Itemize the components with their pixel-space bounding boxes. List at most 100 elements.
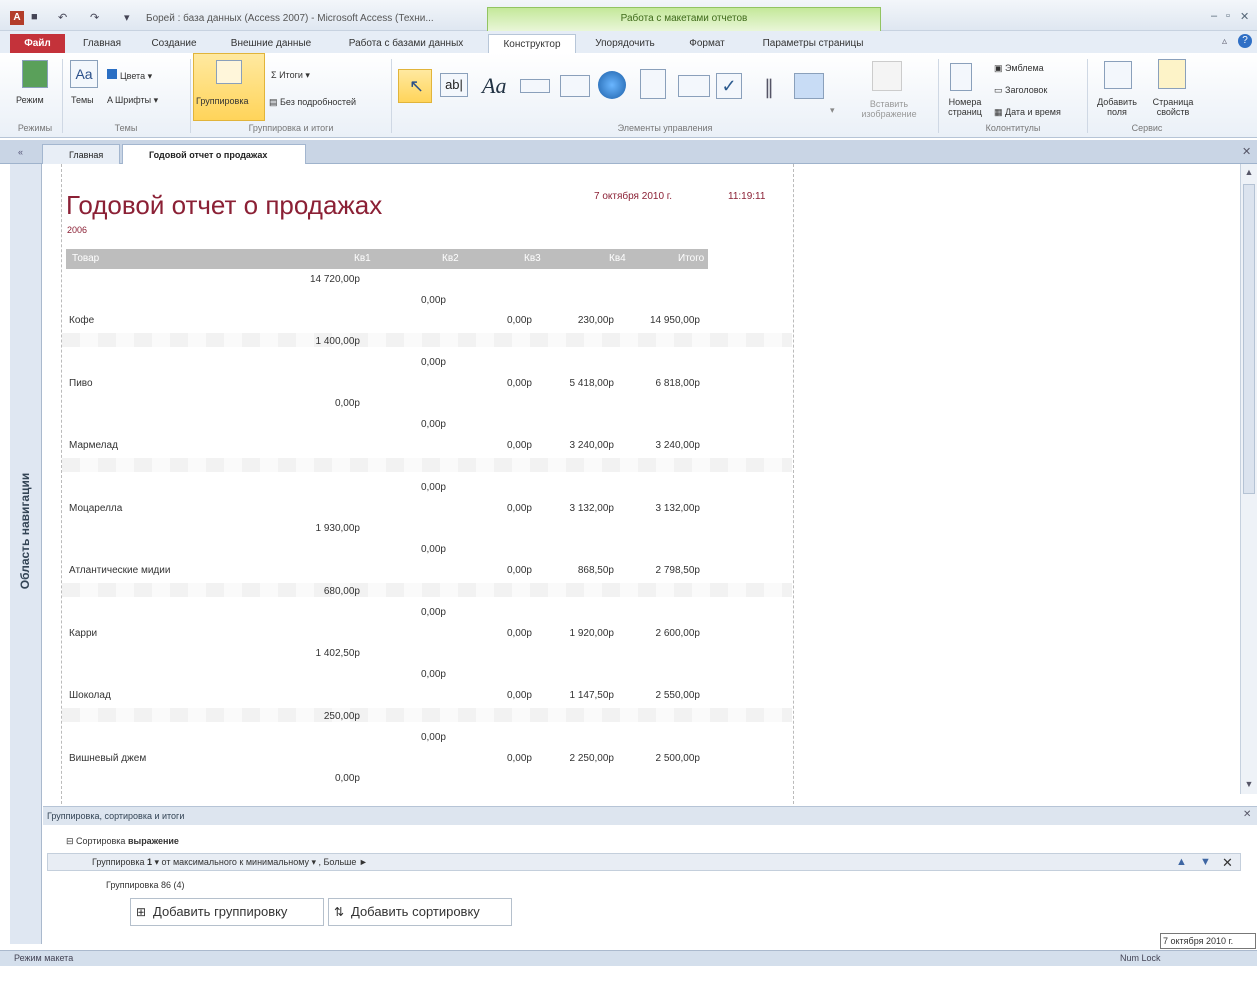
tab-home[interactable]: Главная <box>70 34 134 53</box>
add-fields-icon[interactable] <box>1104 61 1132 89</box>
close-icon[interactable]: ✕ <box>1240 10 1249 23</box>
column-header[interactable]: Кв1 <box>354 253 371 264</box>
tab-control-icon[interactable] <box>560 75 590 97</box>
q3-value[interactable]: 0,00р <box>486 315 532 326</box>
report-value[interactable]: 680,00р <box>290 586 360 597</box>
sort-row[interactable]: ⊟ Сортировка выражение <box>66 836 179 847</box>
report-value[interactable]: 0,00р <box>400 732 446 743</box>
property-sheet-button[interactable]: Страница свойств <box>1146 97 1200 117</box>
doctab-home[interactable]: Главная <box>42 144 120 164</box>
fonts-button[interactable]: A Шрифты ▾ <box>107 95 158 106</box>
add-sort-button[interactable]: ⇅ Добавить сортировку <box>328 898 512 926</box>
product-name[interactable]: Шоколад <box>69 690 111 701</box>
label-icon[interactable]: Aa <box>482 73 506 99</box>
product-name[interactable]: Пиво <box>69 378 93 389</box>
totals-button[interactable]: Σ Итоги ▾ <box>271 70 310 81</box>
ribbon-collapse-icon[interactable]: ▵ <box>1222 36 1227 47</box>
textbox-icon[interactable]: ab| <box>440 73 468 97</box>
total-value[interactable]: 14 950,00р <box>628 315 700 326</box>
report-value[interactable]: 250,00р <box>290 711 360 722</box>
access-icon[interactable]: A <box>10 11 24 25</box>
report-value[interactable]: 0,00р <box>400 544 446 555</box>
logo-button[interactable]: ▣ Эмблема <box>994 63 1044 74</box>
move-up-icon[interactable]: ▲ <box>1176 856 1187 868</box>
report-title[interactable]: Годовой отчет о продажах <box>66 190 382 221</box>
navigation-control-icon[interactable] <box>640 69 666 99</box>
total-value[interactable]: 2 798,50р <box>628 565 701 576</box>
report-value[interactable]: 0,00р <box>400 357 446 368</box>
restore-icon[interactable]: ▫ <box>1226 10 1230 22</box>
delete-group-icon[interactable]: ✕ <box>1222 855 1233 871</box>
report-value[interactable]: 1 930,00р <box>290 523 361 534</box>
q4-value[interactable]: 3 240,00р <box>550 440 615 451</box>
themes-icon[interactable]: Aa <box>70 60 98 88</box>
combo-box-icon[interactable] <box>678 75 710 97</box>
report-value[interactable]: 0,00р <box>400 419 446 430</box>
q4-value[interactable]: 2 250,00р <box>550 753 615 764</box>
q4-value[interactable]: 1 920,00р <box>550 628 615 639</box>
product-name[interactable]: Атлантические мидии <box>69 565 170 576</box>
customize-quick-access-icon[interactable]: ▾ <box>124 11 130 24</box>
insert-image-button[interactable]: Вставить изображение <box>844 99 934 119</box>
product-name[interactable]: Карри <box>69 628 97 639</box>
report-value[interactable]: 0,00р <box>400 607 446 618</box>
total-value[interactable]: 3 132,00р <box>628 503 701 514</box>
tab-create[interactable]: Создание <box>140 34 208 53</box>
controls-more-icon[interactable]: ▾ <box>830 105 835 116</box>
checkbox-icon[interactable]: ✓ <box>716 73 742 99</box>
help-icon[interactable]: ? <box>1238 34 1252 48</box>
close-pane-icon[interactable]: ✕ <box>1243 809 1251 820</box>
scroll-up-icon[interactable]: ▲ <box>1241 164 1257 180</box>
q4-value[interactable]: 230,00р <box>550 315 614 326</box>
report-value[interactable]: 0,00р <box>400 669 446 680</box>
product-name[interactable]: Моцарелла <box>69 503 122 514</box>
tab-external-data[interactable]: Внешние данные <box>216 34 326 53</box>
report-year[interactable]: 2006 <box>67 225 87 235</box>
total-value[interactable]: 6 818,00р <box>628 378 701 389</box>
q3-value[interactable]: 0,00р <box>486 378 532 389</box>
redo-icon[interactable]: ↷ <box>90 11 99 24</box>
scroll-down-icon[interactable]: ▼ <box>1241 776 1257 792</box>
navigation-pane[interactable]: Область навигации <box>10 164 42 944</box>
move-down-icon[interactable]: ▼ <box>1200 856 1211 868</box>
hide-details-button[interactable]: ▤ Без подробностей <box>269 97 356 108</box>
column-header[interactable]: Кв3 <box>524 253 541 264</box>
page-numbers-icon[interactable] <box>950 63 972 91</box>
report-time[interactable]: 11:19:11 <box>728 191 765 202</box>
report-value[interactable]: 0,00р <box>290 398 360 409</box>
q3-value[interactable]: 0,00р <box>486 440 532 451</box>
nav-toggle-icon[interactable]: « <box>18 147 23 157</box>
total-value[interactable]: 2 550,00р <box>628 690 701 701</box>
group-row[interactable]: Группировка 1 ▾ от максимального к миним… <box>47 853 1241 871</box>
doctab-annual-report[interactable]: Годовой отчет о продажах <box>122 144 306 164</box>
report-value[interactable]: 0,00р <box>400 295 446 306</box>
q4-value[interactable]: 1 147,50р <box>550 690 615 701</box>
date-time-button[interactable]: ▦ Дата и время <box>994 107 1061 118</box>
report-value[interactable]: 1 402,50р <box>290 648 361 659</box>
total-value[interactable]: 2 600,00р <box>628 628 701 639</box>
total-value[interactable]: 3 240,00р <box>628 440 701 451</box>
tab-design[interactable]: Конструктор <box>488 34 576 53</box>
view-icon[interactable] <box>22 60 48 88</box>
report-value[interactable]: 0,00р <box>400 482 446 493</box>
add-fields-button[interactable]: Добавить поля <box>1093 97 1141 117</box>
report-value[interactable]: 0,00р <box>290 773 360 784</box>
tab-file[interactable]: Файл <box>10 34 65 53</box>
themes-button[interactable]: Темы <box>71 95 94 105</box>
page-numbers-button[interactable]: Номера страниц <box>940 97 990 117</box>
minimize-icon[interactable]: – <box>1211 10 1217 22</box>
add-group-button[interactable]: ⊞ Добавить группировку <box>130 898 324 926</box>
tab-format[interactable]: Формат <box>674 34 740 53</box>
grouping-button[interactable]: Группировка <box>193 53 265 121</box>
q4-value[interactable]: 3 132,00р <box>550 503 615 514</box>
hyperlink-icon[interactable] <box>598 71 626 99</box>
column-header[interactable]: Товар <box>72 253 99 264</box>
total-value[interactable]: 2 500,00р <box>628 753 701 764</box>
q4-value[interactable]: 5 418,00р <box>550 378 615 389</box>
q4-value[interactable]: 868,50р <box>550 565 614 576</box>
attachment-icon[interactable]: ∥ <box>764 75 774 100</box>
product-name[interactable]: Кофе <box>69 315 94 326</box>
tab-page-setup[interactable]: Параметры страницы <box>748 34 878 53</box>
vertical-scrollbar[interactable]: ▲ ▼ <box>1240 164 1257 794</box>
button-control-icon[interactable] <box>520 79 550 93</box>
